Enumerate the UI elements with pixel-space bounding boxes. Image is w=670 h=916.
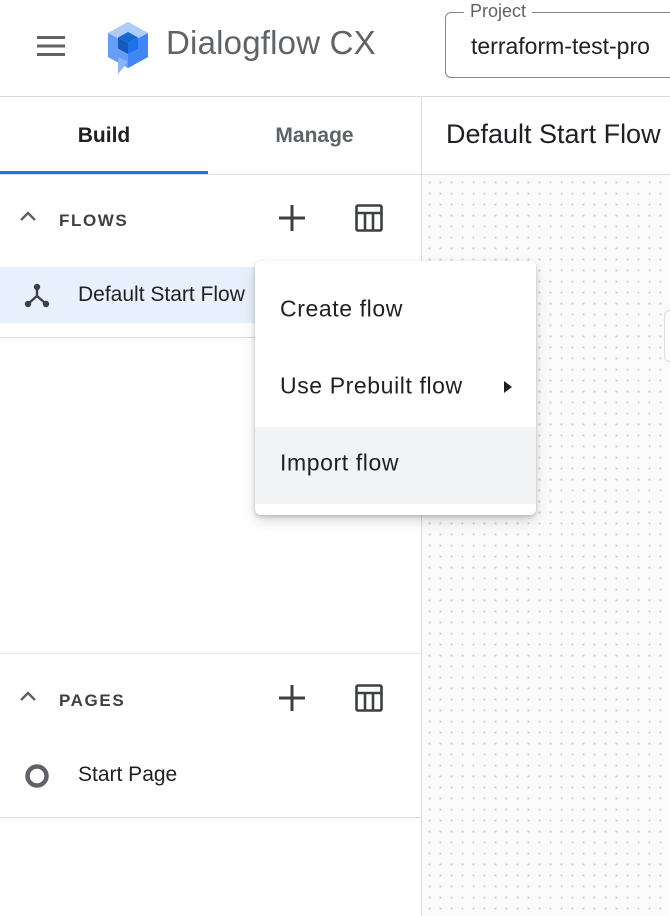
divider bbox=[0, 653, 421, 654]
flow-list-item-label: Default Start Flow bbox=[78, 283, 245, 306]
top-bar: Dialogflow CX Project terraform-test-pro bbox=[0, 0, 670, 97]
page-list-item-label: Start Page bbox=[78, 763, 178, 786]
project-field-value: terraform-test-pro bbox=[471, 33, 650, 59]
page-circle-icon bbox=[25, 764, 49, 788]
chevron-up-icon[interactable] bbox=[16, 685, 40, 709]
add-flow-button[interactable] bbox=[272, 198, 312, 238]
flows-section-header: FLOWS bbox=[0, 175, 421, 265]
main-menu-button[interactable] bbox=[28, 26, 74, 66]
add-page-button[interactable] bbox=[272, 678, 312, 718]
flow-branch-icon bbox=[24, 283, 50, 308]
chevron-up-icon[interactable] bbox=[16, 205, 40, 229]
menu-item-create-flow[interactable]: Create flow bbox=[255, 273, 536, 350]
divider bbox=[0, 817, 421, 818]
app-root: Dialogflow CX Project terraform-test-pro… bbox=[0, 0, 670, 916]
tab-manage[interactable]: Manage bbox=[208, 97, 421, 174]
pages-section-header: PAGES bbox=[0, 655, 421, 745]
active-tab-indicator bbox=[0, 171, 208, 174]
tab-bar: Build Manage bbox=[0, 97, 421, 175]
canvas-node-edge[interactable] bbox=[664, 310, 670, 362]
triangle-right-icon bbox=[504, 381, 512, 393]
pages-table-view-button[interactable] bbox=[349, 678, 389, 718]
menu-item-label: Use Prebuilt flow bbox=[280, 372, 463, 399]
add-flow-menu: Create flow Use Prebuilt flow Import flo… bbox=[255, 261, 536, 515]
table-icon bbox=[355, 204, 383, 232]
dialogflow-logo bbox=[108, 22, 148, 74]
pages-section-title: PAGES bbox=[59, 691, 126, 710]
app-title: Dialogflow CX bbox=[166, 24, 376, 61]
tab-build[interactable]: Build bbox=[0, 97, 208, 174]
page-list-item[interactable]: Start Page bbox=[0, 747, 421, 803]
project-selector[interactable]: Project terraform-test-pro bbox=[445, 1, 670, 78]
flows-section-title: FLOWS bbox=[59, 211, 129, 230]
menu-item-label: Import flow bbox=[280, 449, 400, 476]
canvas-header: Default Start Flow bbox=[422, 97, 670, 175]
plus-icon bbox=[279, 685, 305, 711]
menu-item-use-prebuilt-flow[interactable]: Use Prebuilt flow bbox=[255, 350, 536, 427]
flows-table-view-button[interactable] bbox=[349, 198, 389, 238]
menu-item-label: Create flow bbox=[280, 295, 403, 322]
hamburger-menu-icon bbox=[37, 36, 65, 56]
plus-icon bbox=[279, 205, 305, 231]
menu-item-import-flow[interactable]: Import flow bbox=[255, 427, 536, 504]
table-icon bbox=[355, 684, 383, 712]
project-field-label: Project bbox=[464, 1, 533, 22]
canvas-title: Default Start Flow bbox=[446, 119, 661, 149]
